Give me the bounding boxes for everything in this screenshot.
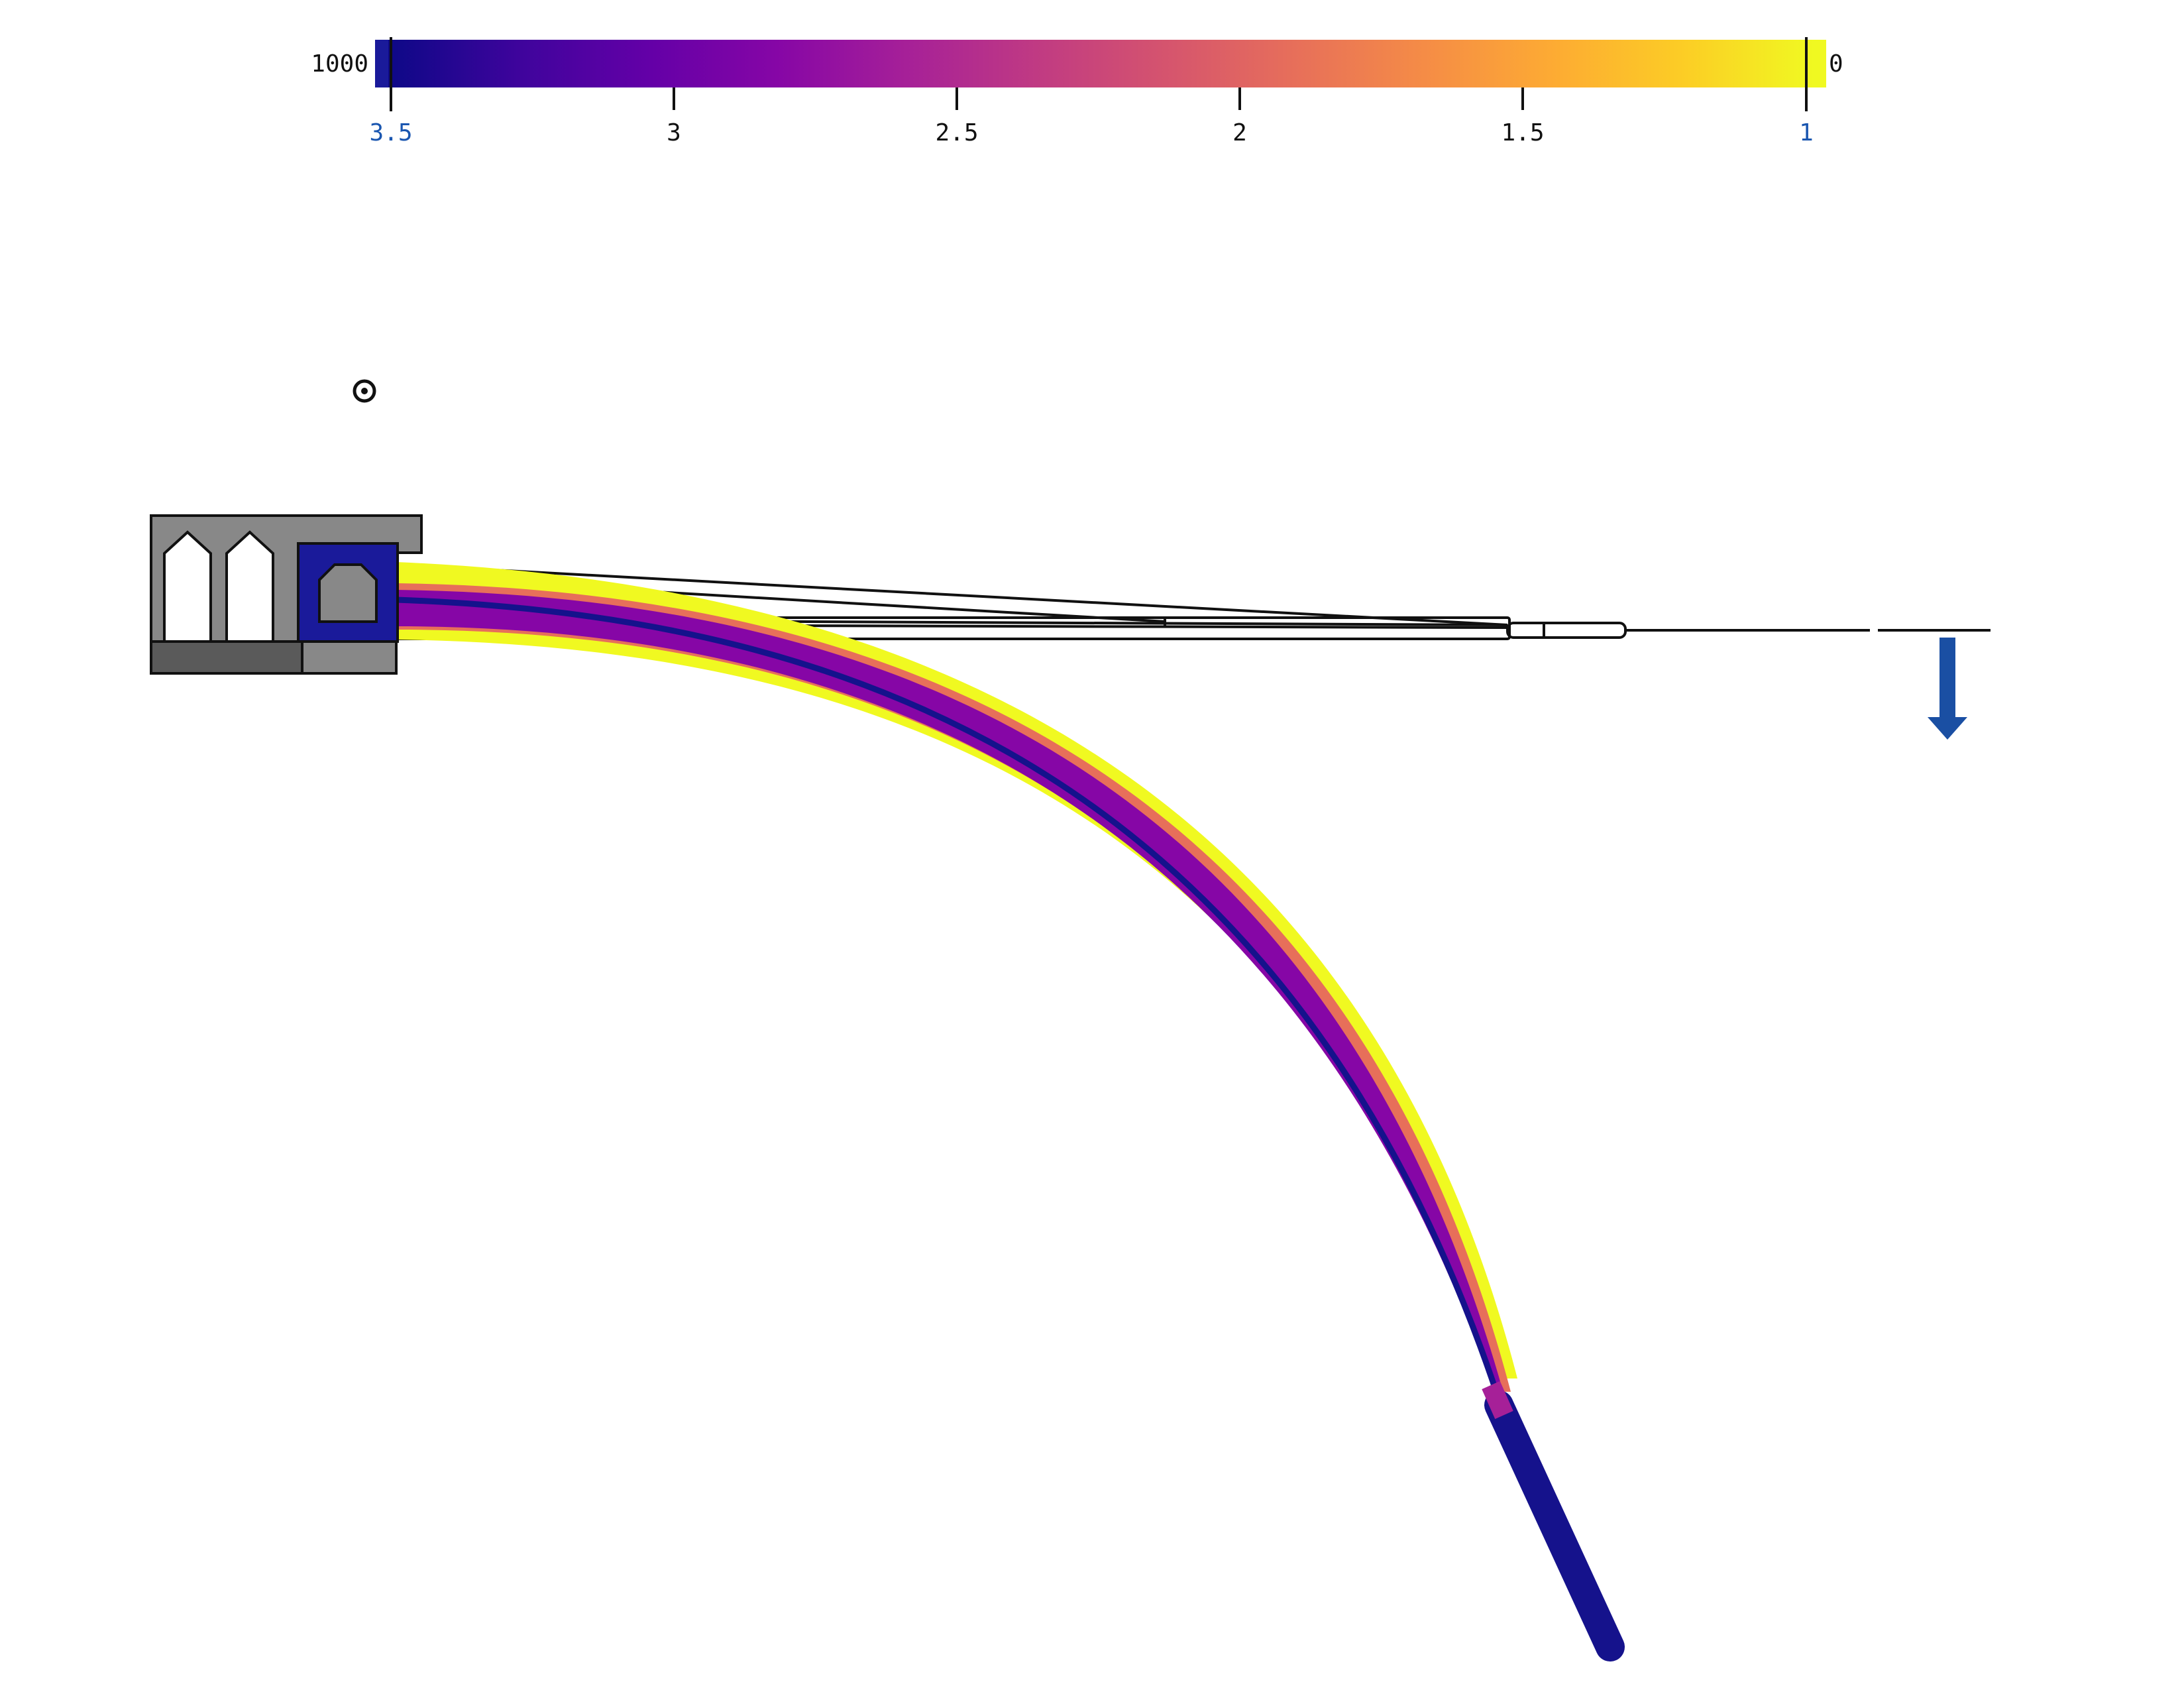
colorbar-tick-label: 1.5 — [1501, 119, 1544, 146]
colorbar-tick-label: 2 — [1232, 119, 1247, 146]
colorbar-end-left — [375, 40, 388, 87]
colorbar-tick-label: 2.5 — [935, 119, 978, 146]
circle-dot-icon — [353, 379, 376, 403]
clamp-insert — [318, 563, 378, 623]
colorbar-ticks: 3.5 3 2.5 2 1.5 1 — [369, 87, 1814, 146]
colorbar-end-right — [1813, 40, 1826, 87]
deformed-beam — [396, 562, 1625, 1661]
colorbar-tick-label: 3.5 — [369, 119, 412, 146]
colorbar-left-label: 1000 — [311, 50, 368, 78]
beam-tip-transition — [1482, 1380, 1513, 1420]
grip-assembly — [150, 514, 423, 675]
colorbar-tick-label: 3 — [667, 119, 681, 146]
grip-tooth — [163, 530, 212, 643]
arrow-down-icon — [1928, 638, 1967, 740]
beam-tip-segment — [1484, 1390, 1625, 1661]
colorbar-tick-label: 1 — [1799, 119, 1814, 146]
colorbar-right-label: 0 — [1829, 50, 1843, 78]
grip-base-dark — [150, 640, 303, 675]
beam-outer-band — [396, 562, 1517, 1379]
grip-tooth — [225, 530, 274, 643]
grip-base-light — [301, 640, 398, 675]
colorbar: 1000 0 3.5 3 2.5 2 1.5 1 — [311, 37, 1843, 146]
colorbar-ramp — [388, 40, 1813, 87]
beam-bending-diagram: 1000 0 3.5 3 2.5 2 1.5 1 — [150, 37, 1991, 1661]
